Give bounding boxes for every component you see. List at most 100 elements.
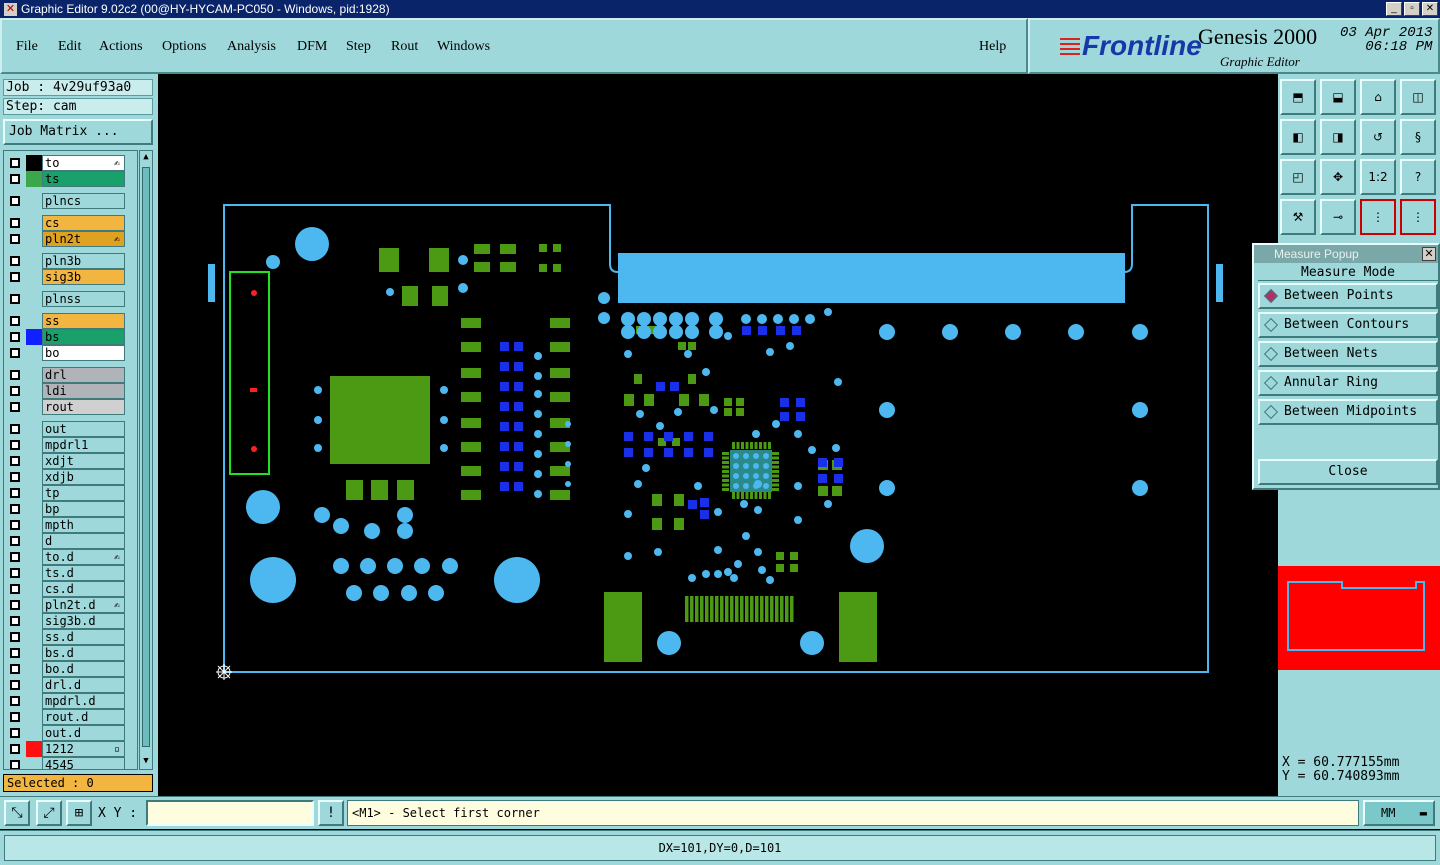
layer-row-d[interactable]: d — [6, 533, 128, 549]
layer-name[interactable]: pln2t ✍ — [42, 231, 125, 247]
layer-name[interactable]: rout.d — [42, 709, 125, 725]
layer-row-sig3b[interactable]: sig3b — [6, 269, 128, 285]
scale-icon[interactable]: 1:2 — [1360, 159, 1396, 195]
layer-color-swatch[interactable] — [26, 437, 42, 453]
layer-name[interactable]: 1212 ▫ — [42, 741, 125, 757]
layer-checkbox[interactable] — [10, 600, 20, 610]
layer-color-swatch[interactable] — [26, 677, 42, 693]
layer-name[interactable]: rout — [42, 399, 125, 415]
layer-checkbox[interactable] — [10, 370, 20, 380]
layer-color-swatch[interactable] — [26, 597, 42, 613]
layer-color-swatch[interactable] — [26, 193, 42, 209]
layer-color-swatch[interactable] — [26, 171, 42, 187]
layer-name[interactable]: bs.d — [42, 645, 125, 661]
job-matrix-button[interactable]: Job Matrix ... — [3, 119, 153, 145]
scroll-up-icon[interactable]: ▲ — [141, 152, 151, 164]
layer-checkbox[interactable] — [10, 294, 20, 304]
layer-color-swatch[interactable] — [26, 421, 42, 437]
layer-name[interactable]: pln3b — [42, 253, 125, 269]
window-split-icon[interactable]: ◫ — [1400, 79, 1436, 115]
layer-checkbox[interactable] — [10, 424, 20, 434]
menu-dfm[interactable]: DFM — [297, 39, 327, 55]
layer-checkbox[interactable] — [10, 472, 20, 482]
layer-row-drl-d[interactable]: drl.d — [6, 677, 128, 693]
layer-name[interactable]: drl — [42, 367, 125, 383]
layer-checkbox[interactable] — [10, 680, 20, 690]
layer-checkbox[interactable] — [10, 664, 20, 674]
layer-checkbox[interactable] — [10, 568, 20, 578]
layer-row-cs-d[interactable]: cs.d — [6, 581, 128, 597]
layer-name[interactable]: ts — [42, 171, 125, 187]
layer-row-to[interactable]: to ✍ — [6, 155, 128, 171]
layer-checkbox[interactable] — [10, 552, 20, 562]
rotate-icon[interactable]: ↺ — [1360, 119, 1396, 155]
layer-checkbox[interactable] — [10, 648, 20, 658]
layer-row-bo[interactable]: bo — [6, 345, 128, 361]
zoom-home-icon[interactable]: ⬒ — [1280, 79, 1316, 115]
layer-display-icon[interactable]: ⋮ — [1360, 199, 1396, 235]
layer-checkbox[interactable] — [10, 744, 20, 754]
layer-color-swatch[interactable] — [26, 629, 42, 645]
layer-checkbox[interactable] — [10, 728, 20, 738]
layer-name[interactable]: xdjb — [42, 469, 125, 485]
layer-color-swatch[interactable] — [26, 313, 42, 329]
layer-color-swatch[interactable] — [26, 485, 42, 501]
layer-name[interactable]: ldi — [42, 383, 125, 399]
layer-color-swatch[interactable] — [26, 383, 42, 399]
zoom-out-icon[interactable]: ◰ — [1280, 159, 1316, 195]
layer-checkbox[interactable] — [10, 760, 20, 769]
layer-checkbox[interactable] — [10, 616, 20, 626]
layer-name[interactable]: plncs — [42, 193, 125, 209]
layer-name[interactable]: bo — [42, 345, 125, 361]
layer-color-swatch[interactable] — [26, 533, 42, 549]
layer-color-swatch[interactable] — [26, 549, 42, 565]
layer-color-swatch[interactable] — [26, 613, 42, 629]
layer-name[interactable]: cs.d — [42, 581, 125, 597]
layer-name[interactable]: mpdrl1 — [42, 437, 125, 453]
layer-name[interactable]: cs — [42, 215, 125, 231]
layer-row-ts[interactable]: ts — [6, 171, 128, 187]
layer-checkbox[interactable] — [10, 196, 20, 206]
snake-icon[interactable]: § — [1400, 119, 1436, 155]
layer-color-swatch[interactable] — [26, 155, 42, 171]
layer-row-mpth[interactable]: mpth — [6, 517, 128, 533]
layer-name[interactable]: out.d — [42, 725, 125, 741]
layer-name[interactable]: mpdrl.d — [42, 693, 125, 709]
layer-toggle-icon[interactable]: ⋮ — [1400, 199, 1436, 235]
scroll-down-icon[interactable]: ▼ — [141, 756, 151, 768]
layer-checkbox[interactable] — [10, 440, 20, 450]
layer-row-4545[interactable]: 4545 — [6, 757, 128, 769]
layer-color-swatch[interactable] — [26, 757, 42, 769]
help-query-icon[interactable]: ? — [1400, 159, 1436, 195]
layer-row-rout-d[interactable]: rout.d — [6, 709, 128, 725]
layer-color-swatch[interactable] — [26, 399, 42, 415]
menu-edit[interactable]: Edit — [58, 39, 81, 55]
layer-row-tp[interactable]: tp — [6, 485, 128, 501]
layer-row-xdjb[interactable]: xdjb — [6, 469, 128, 485]
menu-rout[interactable]: Rout — [391, 39, 418, 55]
layer-row-bs-d[interactable]: bs.d — [6, 645, 128, 661]
layer-name[interactable]: bp — [42, 501, 125, 517]
layer-row-ss-d[interactable]: ss.d — [6, 629, 128, 645]
layer-row-drl[interactable]: drl — [6, 367, 128, 383]
layer-checkbox[interactable] — [10, 256, 20, 266]
layer-name[interactable]: to ✍ — [42, 155, 125, 171]
grid-icon[interactable]: ⊞ — [66, 800, 92, 826]
layer-row-to-d[interactable]: to.d ✍ — [6, 549, 128, 565]
layer-scrollbar[interactable]: ▲ ▼ — [139, 150, 153, 770]
layer-color-swatch[interactable] — [26, 269, 42, 285]
layer-name[interactable]: mpth — [42, 517, 125, 533]
layer-name[interactable]: plnss — [42, 291, 125, 307]
pan-left-icon[interactable]: ◧ — [1280, 119, 1316, 155]
layer-color-swatch[interactable] — [26, 469, 42, 485]
graphic-canvas[interactable] — [158, 74, 1278, 796]
popup-close-button[interactable]: Close — [1258, 459, 1438, 485]
maximize-button[interactable]: ▫ — [1404, 2, 1420, 16]
popup-close-icon[interactable]: ✕ — [1422, 247, 1436, 261]
layer-checkbox[interactable] — [10, 456, 20, 466]
layer-color-swatch[interactable] — [26, 693, 42, 709]
layer-row-ldi[interactable]: ldi — [6, 383, 128, 399]
layer-checkbox[interactable] — [10, 234, 20, 244]
layer-checkbox[interactable] — [10, 332, 20, 342]
unit-select[interactable]: MM ▬ — [1363, 800, 1435, 826]
